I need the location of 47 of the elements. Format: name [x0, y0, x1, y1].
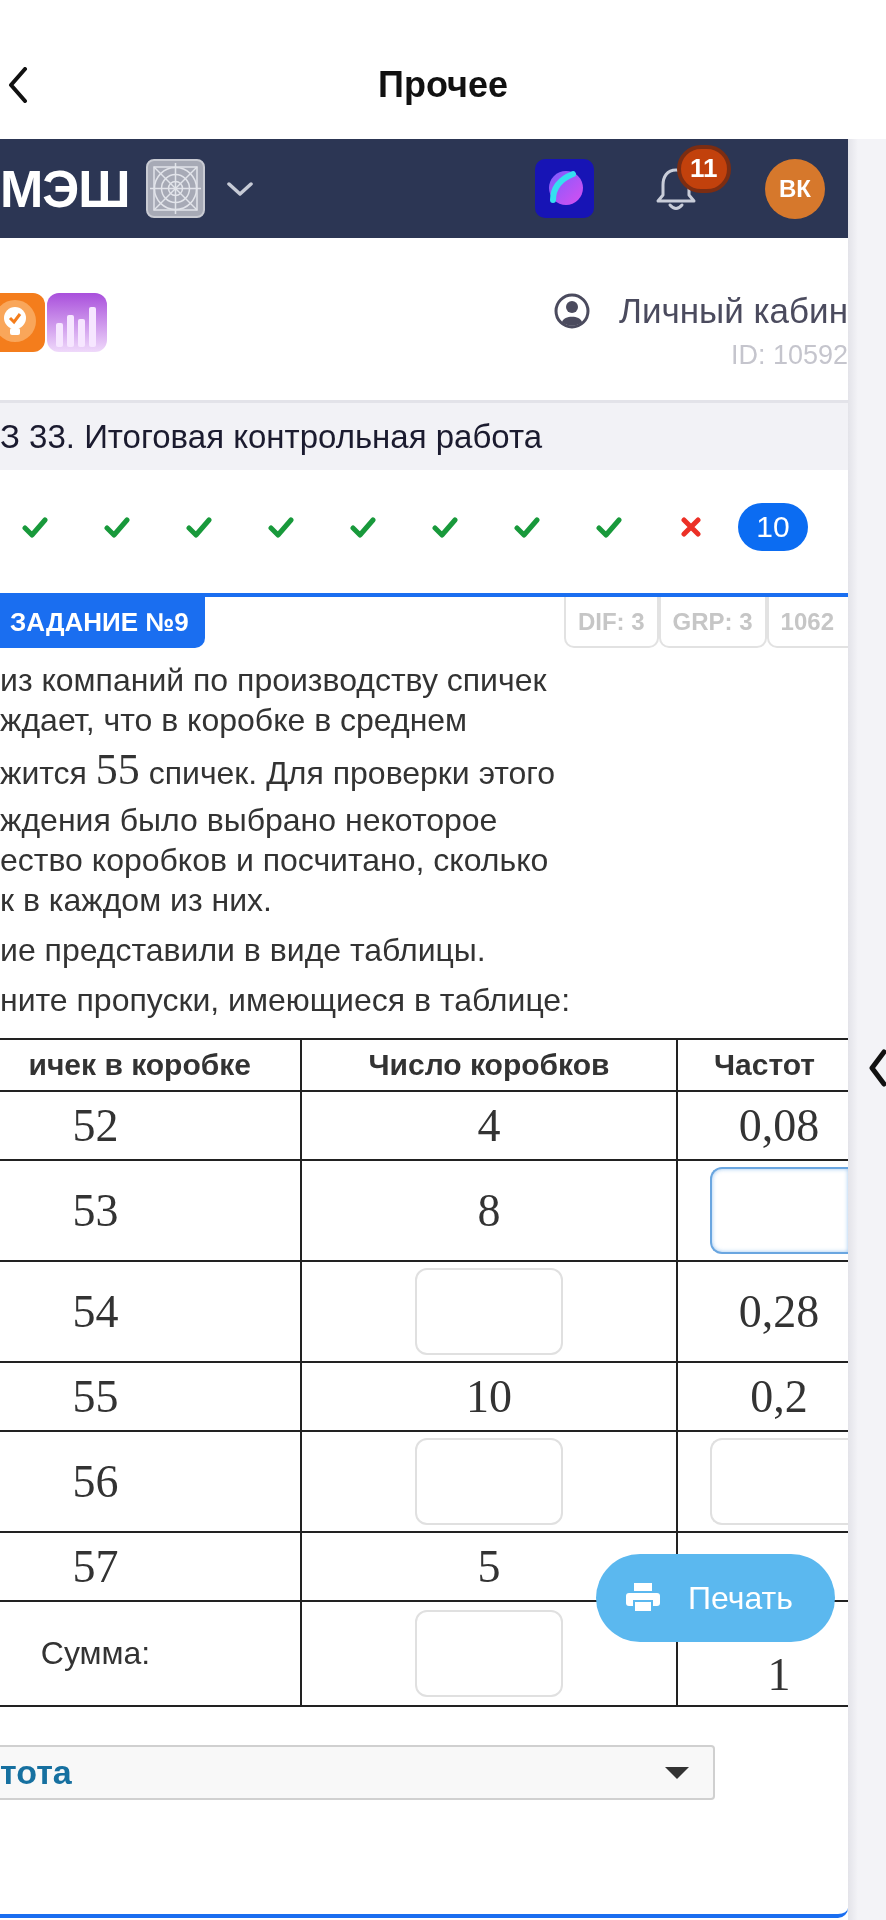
- table-cell: 55: [0, 1362, 301, 1431]
- cross-icon[interactable]: [681, 516, 701, 537]
- user-id: ID: 10592: [730, 339, 848, 371]
- check-icon[interactable]: [514, 515, 540, 538]
- profile-link[interactable]: Личный кабин: [554, 291, 848, 331]
- check-icon[interactable]: [596, 515, 622, 538]
- notification-badge: 11: [677, 144, 731, 193]
- table-cell: 53: [0, 1160, 301, 1261]
- check-icon[interactable]: [432, 515, 458, 538]
- table-cell: 8: [301, 1160, 677, 1261]
- back-icon[interactable]: [8, 66, 28, 103]
- caret-icon: [665, 1766, 689, 1779]
- task-number-button[interactable]: 10: [738, 502, 808, 551]
- task-badge: ЗАДАНИЕ №9: [0, 597, 205, 648]
- check-icon[interactable]: [350, 515, 376, 538]
- table-cell: 52: [0, 1091, 301, 1160]
- table-cell: 54: [0, 1261, 301, 1362]
- user-icon: [554, 293, 590, 329]
- answer-dropdown[interactable]: тота: [0, 1745, 715, 1800]
- table-cell: Сумма:: [0, 1601, 301, 1706]
- answer-field[interactable]: [710, 1167, 848, 1254]
- page-title: Прочее: [377, 63, 509, 106]
- table-cell: 4: [301, 1091, 677, 1160]
- task-text: ните пропуски, имеющиеся в таблице:: [0, 981, 572, 1020]
- logo-text[interactable]: МЭШ: [0, 162, 130, 215]
- task-text: ие представили в виде таблицы.: [0, 931, 487, 970]
- chevron-down-icon[interactable]: [226, 181, 253, 196]
- lightbulb-app-icon[interactable]: [0, 293, 45, 352]
- table-cell: 56: [0, 1431, 301, 1532]
- column-header: Число коробков: [301, 1039, 677, 1091]
- task-meta-chip: GRP: 3: [658, 597, 767, 648]
- sphere-app-icon[interactable]: [535, 159, 594, 218]
- check-icon[interactable]: [104, 515, 130, 538]
- assignment-title: З 33. Итоговая контрольная работа: [0, 417, 543, 456]
- column-header: ичек в коробке: [0, 1039, 301, 1091]
- circle-grid-icon: [145, 159, 205, 218]
- task-text: из компаний по производству спичек ждает, что в коробке в среднем жится 55 спичек. Для проверки этого ждения было выбрано некоторое ество коробков и посчитано, сколько к в каждом из них.: [0, 661, 557, 920]
- table-cell: 57: [0, 1532, 301, 1601]
- check-icon[interactable]: [186, 515, 212, 538]
- bar-chart-app-icon[interactable]: [47, 293, 107, 352]
- check-icon[interactable]: [268, 515, 294, 538]
- table-cell: 10: [301, 1362, 677, 1431]
- avatar[interactable]: ВК: [765, 158, 825, 219]
- printer-icon: [626, 1583, 660, 1613]
- task-meta-chip: DIF: 3: [563, 597, 659, 648]
- chevron-left-icon[interactable]: [868, 1049, 886, 1087]
- check-icon[interactable]: [22, 515, 48, 538]
